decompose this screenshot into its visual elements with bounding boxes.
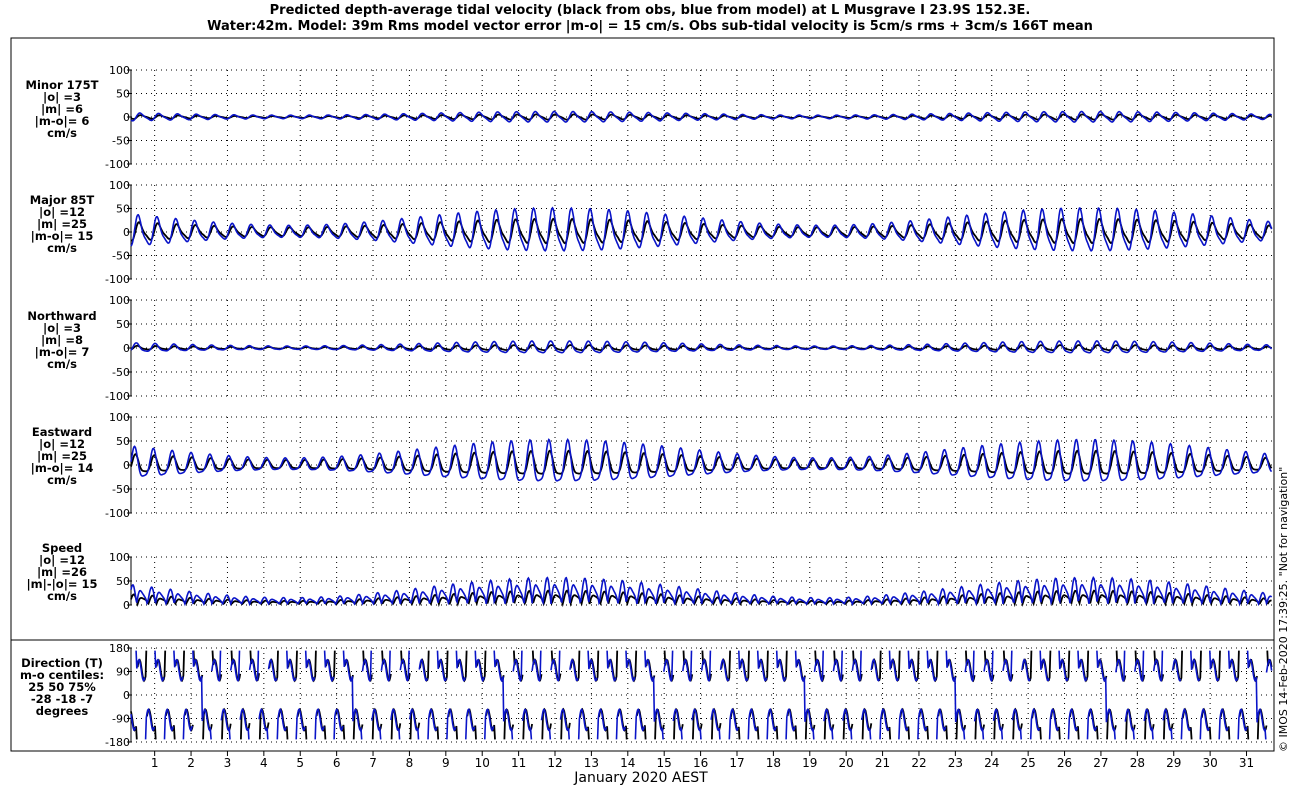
y-tick-label: 100 — [109, 411, 130, 424]
x-axis-label: January 2020 AEST — [573, 770, 708, 786]
x-tick-label: 18 — [766, 756, 781, 770]
x-tick-label: 23 — [948, 756, 963, 770]
panel-speed: 100500Speed|o| =12|m| =26|m|-|o|= 15cm/s — [26, 541, 1273, 612]
y-tick-label: -100 — [105, 273, 130, 286]
y-tick-label: 50 — [116, 435, 130, 448]
x-tick-label: 31 — [1239, 756, 1254, 770]
x-tick-label: 6 — [333, 756, 341, 770]
x-tick-label: 15 — [657, 756, 672, 770]
y-tick-label: 0 — [123, 689, 130, 702]
panels-group: 100500-50-100Minor 175T|o| =3|m| =6|m-o|… — [20, 64, 1273, 749]
panel-label-line: cm/s — [47, 241, 77, 255]
chart-title-line-1: Predicted depth-average tidal velocity (… — [270, 3, 1031, 18]
chart-title-line-2: Water:42m. Model: 39m Rms model vector e… — [207, 19, 1093, 34]
y-tick-label: 100 — [109, 64, 130, 77]
x-tick-label: 2 — [187, 756, 195, 770]
y-tick-label: -50 — [112, 250, 130, 263]
y-tick-label: 0 — [123, 111, 130, 124]
x-tick-label: 29 — [1166, 756, 1181, 770]
x-tick-label: 28 — [1130, 756, 1145, 770]
x-axis: 1 2 3 4 5 6 7 8 9 10 11 12 13 14 15 16 17 18 19 20 21 22 23 24 2… — [131, 750, 1272, 770]
plot-frame — [10, 37, 1275, 752]
y-tick-label: 0 — [123, 226, 130, 239]
x-tick-label: 25 — [1021, 756, 1036, 770]
series-model-line — [130, 438, 1273, 482]
x-tick-label: 1 — [151, 756, 159, 770]
panel-label-line: cm/s — [47, 357, 77, 371]
tidal-velocity-figure: Predicted depth-average tidal velocity (… — [10, 3, 1290, 786]
x-tick-label: 11 — [511, 756, 526, 770]
panel-direction: 180900-90-180Direction (T)m-o centiles:2… — [20, 642, 1273, 749]
y-tick-label: -50 — [112, 483, 130, 496]
x-tick-label: 16 — [693, 756, 708, 770]
x-tick-label: 14 — [620, 756, 635, 770]
panel-northward: 100500-50-100Northward|o| =3|m| =8|m-o|=… — [27, 294, 1273, 403]
y-tick-label: 50 — [116, 88, 130, 101]
x-tick-label: 20 — [839, 756, 854, 770]
y-tick-label: -50 — [112, 135, 130, 148]
y-tick-label: 100 — [109, 294, 130, 307]
panel-label-line: degrees — [36, 704, 89, 718]
x-tick-label: 4 — [260, 756, 268, 770]
panel-major: 100500-50-100Major 85T|o| =12|m| =25|m-o… — [30, 179, 1273, 286]
y-tick-label: -100 — [105, 507, 130, 520]
x-tick-label: 7 — [369, 756, 377, 770]
x-tick-label: 26 — [1057, 756, 1072, 770]
y-tick-label: -180 — [105, 736, 130, 749]
y-tick-label: 100 — [109, 551, 130, 564]
y-tick-label: 50 — [116, 203, 130, 216]
y-tick-label: 0 — [123, 599, 130, 612]
y-tick-label: -100 — [105, 390, 130, 403]
x-tick-label: 22 — [911, 756, 926, 770]
x-tick-label: 21 — [875, 756, 890, 770]
panel-label-line: cm/s — [47, 473, 77, 487]
y-tick-label: -90 — [112, 713, 130, 726]
panel-label-line: cm/s — [47, 126, 77, 140]
x-tick-label: 27 — [1093, 756, 1108, 770]
x-tick-label: 24 — [984, 756, 999, 770]
y-tick-label: 100 — [109, 179, 130, 192]
y-tick-label: 90 — [116, 666, 130, 679]
panel-minor: 100500-50-100Minor 175T|o| =3|m| =6|m-o|… — [26, 64, 1272, 171]
y-tick-label: 50 — [116, 318, 130, 331]
x-tick-label: 5 — [296, 756, 304, 770]
x-tick-label: 8 — [406, 756, 414, 770]
panel-eastward: 100500-50-100Eastward|o| =12|m| =25|m-o|… — [31, 411, 1273, 520]
y-tick-label: 0 — [123, 342, 130, 355]
y-tick-label: 0 — [123, 459, 130, 472]
x-tick-label: 10 — [475, 756, 490, 770]
x-tick-label: 12 — [547, 756, 562, 770]
x-tick-label: 30 — [1202, 756, 1217, 770]
x-tick-label: 17 — [729, 756, 744, 770]
credit-text: © IMOS 14-Feb-2020 17:39:25. "Not for na… — [1277, 467, 1290, 752]
panel-label-line: cm/s — [47, 589, 77, 603]
series-model-line — [130, 576, 1273, 607]
x-tick-label: 13 — [584, 756, 599, 770]
y-tick-label: -50 — [112, 366, 130, 379]
x-tick-label: 3 — [224, 756, 232, 770]
x-tick-label: 19 — [802, 756, 817, 770]
y-tick-label: -100 — [105, 158, 130, 171]
y-tick-label: 50 — [116, 575, 130, 588]
y-tick-label: 180 — [109, 642, 130, 655]
x-tick-label: 9 — [442, 756, 450, 770]
